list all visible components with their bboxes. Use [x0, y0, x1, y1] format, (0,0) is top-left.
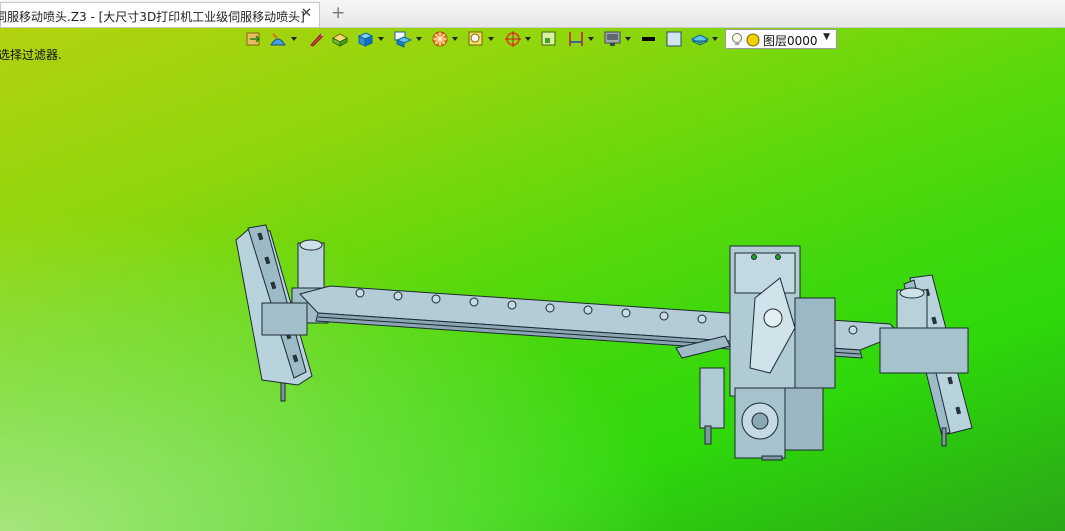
named-view-icon[interactable] [393, 30, 413, 50]
box-view-dropdown-icon[interactable] [378, 37, 384, 41]
shade-mode-icon[interactable] [268, 30, 288, 50]
rotate-icon[interactable] [504, 30, 522, 50]
new-tab-icon[interactable]: + [331, 3, 345, 23]
box-view-icon[interactable] [356, 30, 374, 50]
line-color-icon[interactable] [640, 30, 658, 50]
layer-visibility-icon[interactable] [690, 30, 710, 50]
tab-bar: 伺服移动喷头.Z3 - [大尺寸3D打印机工业级伺服移动喷头] ✕ + [0, 0, 1065, 28]
zoom-dropdown-icon[interactable] [488, 37, 494, 41]
fill-color-icon[interactable] [665, 30, 683, 50]
rotate-dropdown-icon[interactable] [525, 37, 531, 41]
shade-mode-dropdown-icon[interactable] [291, 37, 297, 41]
document-tab[interactable]: 伺服移动喷头.Z3 - [大尺寸3D打印机工业级伺服移动喷头] ✕ [0, 2, 320, 27]
3d-viewport[interactable]: 选择过滤器. 图层0000 ▼ [0, 28, 1065, 531]
layer-selector[interactable]: 图层0000 ▼ [725, 29, 837, 49]
plane-dropdown-icon[interactable] [588, 37, 594, 41]
render-mode-dropdown-icon[interactable] [452, 37, 458, 41]
layer-dropdown-icon[interactable]: ▼ [823, 32, 830, 42]
pen-icon[interactable] [308, 30, 326, 50]
plane-icon[interactable] [567, 30, 585, 50]
layer-color-dot-icon [746, 33, 760, 47]
bulb-icon[interactable] [731, 32, 743, 47]
exit-icon[interactable] [246, 30, 262, 50]
display-dropdown-icon[interactable] [625, 37, 631, 41]
extruder [699, 367, 725, 429]
frame-icon[interactable] [540, 30, 558, 50]
render-mode-icon[interactable] [430, 30, 450, 50]
zoom-icon[interactable] [467, 30, 485, 50]
display-icon[interactable] [603, 30, 623, 50]
tab-title: 伺服移动喷头.Z3 - [大尺寸3D打印机工业级伺服移动喷头] [0, 10, 305, 24]
close-tab-icon[interactable]: ✕ [301, 6, 312, 21]
solid-icon[interactable] [331, 30, 349, 50]
layer-visibility-dropdown-icon[interactable] [712, 37, 718, 41]
layer-label: 图层0000 [763, 34, 818, 48]
cad-model[interactable] [0, 28, 1065, 531]
named-view-dropdown-icon[interactable] [416, 37, 422, 41]
